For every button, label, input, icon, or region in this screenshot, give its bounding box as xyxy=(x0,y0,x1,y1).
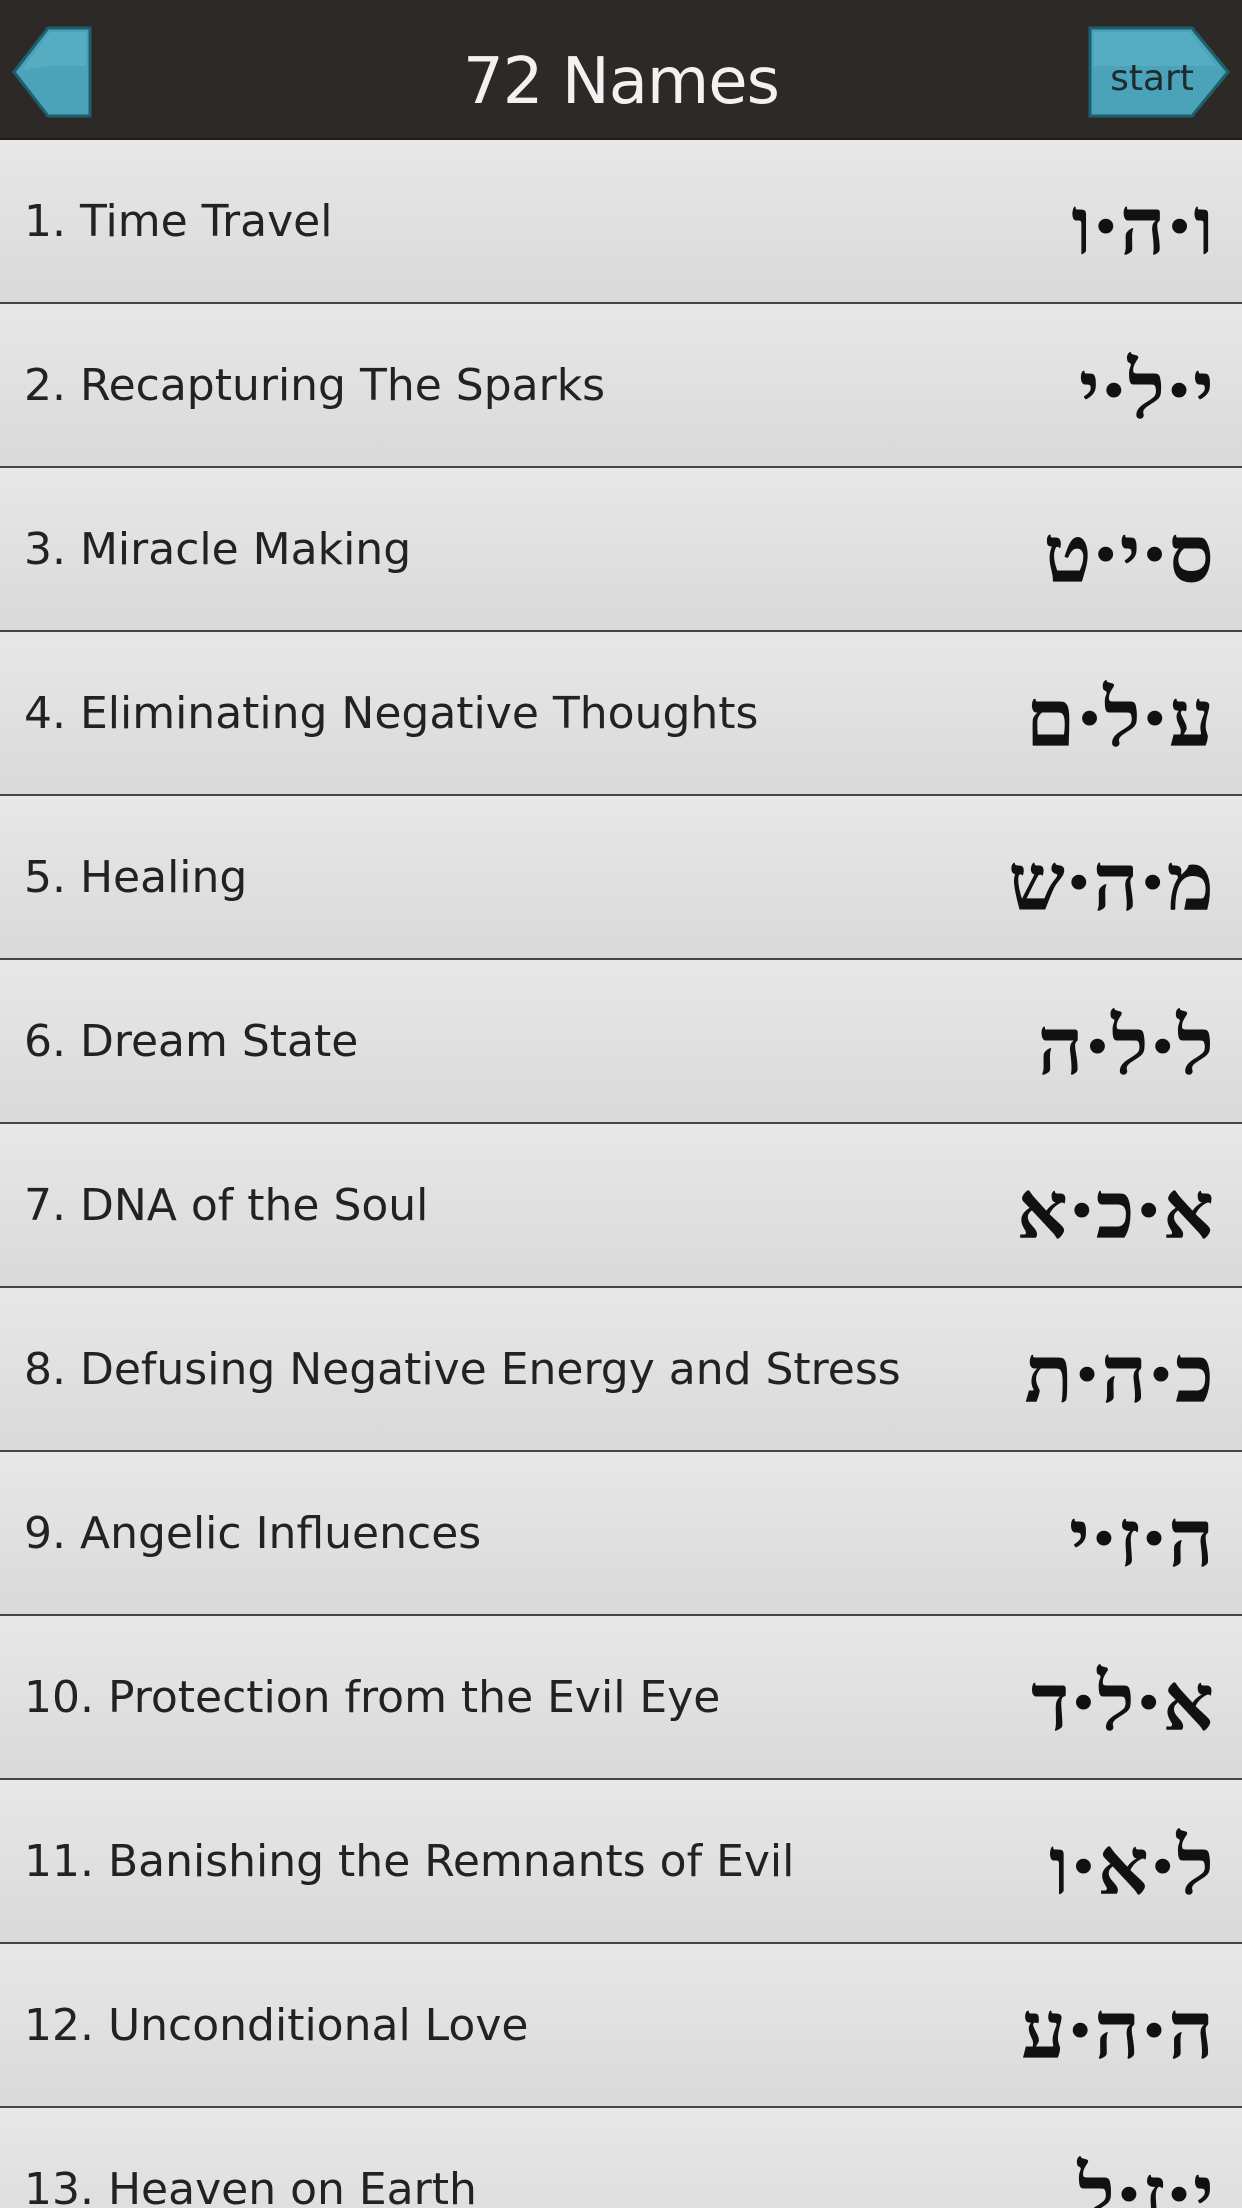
hebrew-letters: ל·א·ו xyxy=(1049,1819,1214,1913)
hebrew-letters: ו·ה·ו xyxy=(1071,179,1214,273)
name-title: 8. Defusing Negative Energy and Stress xyxy=(24,1344,901,1395)
list-item[interactable]: 8. Defusing Negative Energy and Stress כ·… xyxy=(0,1288,1242,1452)
list-item[interactable]: 9. Angelic Influences ה·ז·י xyxy=(0,1452,1242,1616)
list-item[interactable]: 10. Protection from the Evil Eye א·ל·ד xyxy=(0,1616,1242,1780)
name-title: 1. Time Travel xyxy=(24,196,333,247)
name-title: 7. DNA of the Soul xyxy=(24,1180,429,1231)
hebrew-letters: י·ל·י xyxy=(1078,343,1214,437)
name-title: 3. Miracle Making xyxy=(24,524,412,575)
name-title: 12. Unconditional Love xyxy=(24,2000,529,2051)
nav-bar: 72 Names start xyxy=(0,0,1242,140)
list-item[interactable]: 4. Eliminating Negative Thoughts ע·ל·ם xyxy=(0,632,1242,796)
name-title: 6. Dream State xyxy=(24,1016,359,1067)
list-item[interactable]: 5. Healing מ·ה·ש xyxy=(0,796,1242,960)
list-item[interactable]: 13. Heaven on Earth י·ז·ל xyxy=(0,2108,1242,2208)
names-list: 1. Time Travel ו·ה·ו 2. Recapturing The Sp… xyxy=(0,140,1242,2208)
list-item[interactable]: 3. Miracle Making ס·י·ט xyxy=(0,468,1242,632)
list-item[interactable]: 11. Banishing the Remnants of Evil ל·א·ו xyxy=(0,1780,1242,1944)
hebrew-letters: כ·ה·ת xyxy=(1024,1327,1214,1421)
list-item[interactable]: 1. Time Travel ו·ה·ו xyxy=(0,140,1242,304)
name-title: 13. Heaven on Earth xyxy=(24,2164,477,2208)
hebrew-letters: ל·ל·ה xyxy=(1037,999,1214,1093)
app-screen: 72 Names start 1. Time Travel ו·ה·ו 2. Rec… xyxy=(0,0,1242,2208)
name-title: 11. Banishing the Remnants of Evil xyxy=(24,1836,795,1887)
list-item[interactable]: 7. DNA of the Soul א·כ·א xyxy=(0,1124,1242,1288)
hebrew-letters: א·ל·ד xyxy=(1031,1655,1214,1749)
name-title: 2. Recapturing The Sparks xyxy=(24,360,606,411)
hebrew-letters: ע·ל·ם xyxy=(1025,671,1214,765)
list-item[interactable]: 12. Unconditional Love ה·ה·ע xyxy=(0,1944,1242,2108)
hebrew-letters: א·כ·א xyxy=(1016,1163,1214,1257)
hebrew-letters: ה·ה·ע xyxy=(1020,1983,1214,2077)
hebrew-letters: ה·ז·י xyxy=(1069,1491,1214,1585)
start-button[interactable]: start xyxy=(1088,26,1230,118)
name-title: 10. Protection from the Evil Eye xyxy=(24,1672,721,1723)
name-title: 4. Eliminating Negative Thoughts xyxy=(24,688,759,739)
name-title: 9. Angelic Influences xyxy=(24,1508,482,1559)
page-title: 72 Names xyxy=(463,45,780,119)
hebrew-letters: מ·ה·ש xyxy=(1008,835,1214,929)
start-button-label: start xyxy=(1110,58,1194,99)
list-item[interactable]: 6. Dream State ל·ל·ה xyxy=(0,960,1242,1124)
name-title: 5. Healing xyxy=(24,852,248,903)
list-item[interactable]: 2. Recapturing The Sparks י·ל·י xyxy=(0,304,1242,468)
hebrew-letters: י·ז·ל xyxy=(1077,2147,1214,2208)
hebrew-letters: ס·י·ט xyxy=(1043,507,1214,601)
